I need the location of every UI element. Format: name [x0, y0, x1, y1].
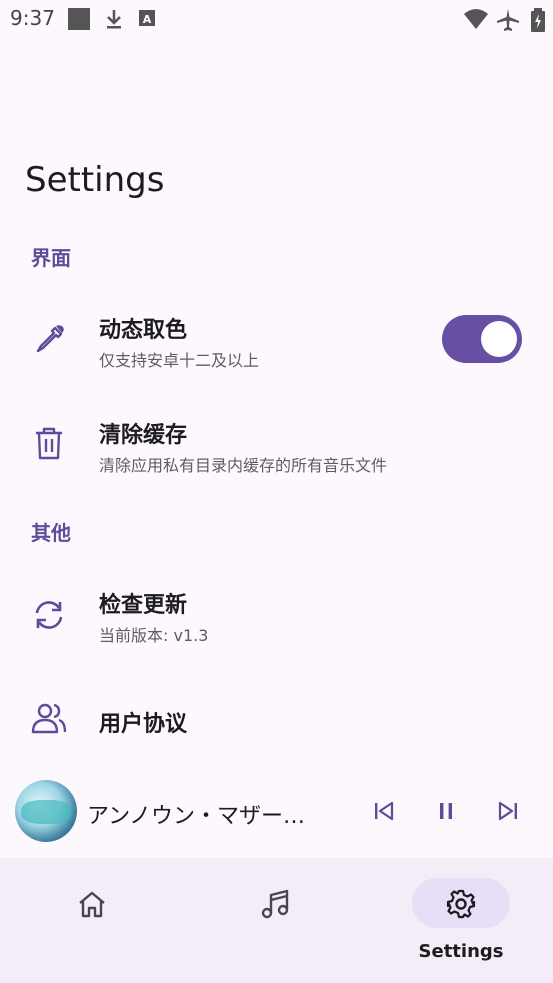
setting-clear-cache[interactable]: 清除缓存 清除应用私有目录内缓存的所有音乐文件 — [0, 393, 553, 493]
nav-item-home[interactable] — [0, 858, 184, 983]
setting-title: 用户协议 — [99, 712, 188, 737]
music-note-icon — [261, 889, 289, 919]
bottom-navigation: Settings — [0, 858, 553, 983]
home-icon — [79, 891, 105, 918]
status-time: 9:37 — [10, 6, 55, 30]
users-icon — [31, 703, 67, 734]
previous-icon[interactable] — [371, 798, 397, 824]
gear-icon — [446, 889, 476, 919]
square-notification-icon — [68, 8, 90, 30]
dynamic-color-toggle[interactable] — [442, 315, 522, 363]
pause-icon[interactable] — [433, 798, 459, 824]
setting-title: 清除缓存 — [99, 423, 188, 448]
setting-title: 检查更新 — [99, 593, 188, 618]
airplane-icon — [497, 9, 519, 31]
status-bar: 9:37 A — [0, 0, 553, 38]
album-art[interactable] — [15, 780, 77, 842]
download-icon — [107, 10, 121, 29]
setting-subtitle: 清除应用私有目录内缓存的所有音乐文件 — [99, 456, 388, 475]
section-header-other: 其他 — [31, 521, 71, 545]
sync-icon — [35, 601, 63, 629]
setting-check-update[interactable]: 检查更新 当前版本: v1.3 — [0, 565, 553, 665]
setting-subtitle: 当前版本: v1.3 — [99, 626, 209, 645]
nav-item-music[interactable] — [184, 858, 368, 983]
setting-subtitle: 仅支持安卓十二及以上 — [99, 351, 260, 370]
next-icon[interactable] — [495, 798, 521, 824]
setting-user-agreement[interactable]: 用户协议 — [0, 676, 553, 776]
wifi-icon — [464, 9, 488, 29]
trash-icon — [36, 427, 62, 460]
album-art-detail — [21, 800, 71, 824]
nav-label-settings: Settings — [418, 941, 504, 962]
setting-title: 动态取色 — [99, 318, 188, 343]
nav-item-settings[interactable]: Settings — [369, 858, 553, 983]
svg-text:A: A — [143, 13, 152, 26]
section-header-interface: 界面 — [31, 246, 71, 270]
page-title: Settings — [25, 160, 165, 200]
toggle-knob — [481, 321, 517, 357]
battery-charging-icon — [531, 8, 545, 32]
eyedropper-icon — [36, 325, 64, 353]
now-playing-bar[interactable]: アンノウン・マザー… — [0, 768, 553, 856]
font-icon: A — [139, 10, 155, 26]
track-title[interactable]: アンノウン・マザー… — [87, 798, 327, 830]
